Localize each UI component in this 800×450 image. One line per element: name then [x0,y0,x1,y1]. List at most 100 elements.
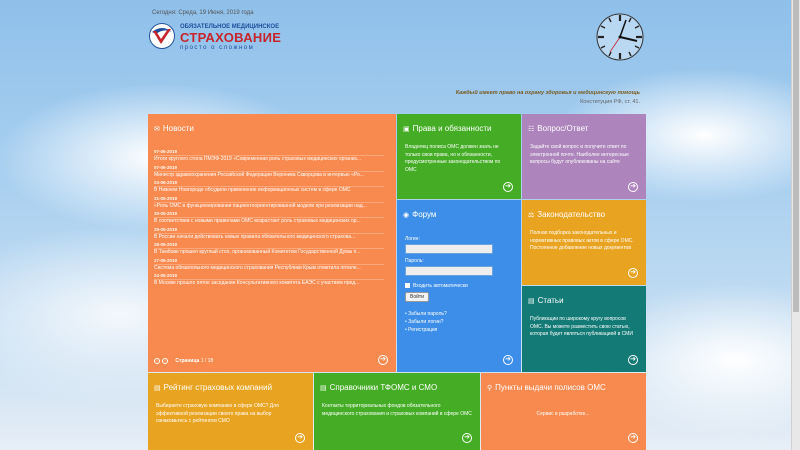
qa-arrow-icon[interactable]: ➔ [628,182,638,192]
news-date: 29-05-2019 [154,226,178,232]
clock-icon [596,13,644,61]
rights-title: Права и обязанности [412,124,492,133]
password-input[interactable] [405,266,493,276]
briefcase-icon: ▣ [403,126,410,133]
megaphone-icon: ✉ [154,126,160,133]
directories-arrow-icon[interactable]: ➔ [462,433,472,443]
register-link[interactable]: • Регистрация [405,326,447,334]
remember-me[interactable]: Входить автоматически [405,282,493,290]
law-tile[interactable]: ⚖ Законодательство Полная подборка законо… [522,200,646,285]
rights-arrow-icon[interactable]: ➔ [503,182,513,192]
news-item[interactable]: 27-05-2019 Система обязательного медицинс… [154,257,384,273]
news-item[interactable]: 30-05-2019 В соответствии с новыми правил… [154,210,384,226]
document-icon: ▤ [528,298,535,305]
news-item[interactable]: 31-05-2019 «Роль ОМС в функционировании п… [154,195,384,211]
chart-icon: ▤ [154,385,161,392]
forgot-password-link[interactable]: • Забыли пароль? [405,310,447,318]
rights-header: ▣ Права и обязанности [403,124,492,133]
news-header[interactable]: ✉ Новости [154,124,194,133]
news-item[interactable]: 28-05-2019 В Тамбове прошел круглый стол,… [154,241,384,257]
login-label: Логин: [405,236,420,242]
gavel-icon: ⚖ [528,212,535,219]
news-date: 28-05-2019 [154,242,178,247]
rating-header: ▤ Рейтинг страховых компаний [154,383,272,392]
next-page-icon[interactable]: › [162,358,168,364]
news-item[interactable]: 24-05-2019 В Москве прошло пятое заседани… [154,272,384,288]
qa-text: Задайте свой вопрос и получите ответ по … [530,144,629,165]
remember-checkbox[interactable] [405,283,410,289]
rating-tile[interactable]: ▤ Рейтинг страховых компаний Выбираете ст… [148,373,313,450]
login-button[interactable]: Войти [405,292,429,302]
news-link[interactable]: В Москве прошло пятое заседание Консульт… [154,279,384,288]
motto-citation: Конституция РФ, ст. 41. [580,99,640,105]
news-date: 03-06-2019 [154,180,178,185]
logo-emblem-icon [149,23,175,49]
news-item[interactable]: 29-05-2019 В России начали действовать но… [154,226,384,242]
logo-line-3: просто о сложном [180,45,255,51]
address-book-icon: ▤ [320,385,327,392]
forum-title: Форум [412,210,437,219]
current-date: Сегодня: Среда, 19 Июня, 2019 года [152,10,254,16]
news-link[interactable]: В Нижнем Новгороде обсудили применение и… [154,186,384,195]
news-link[interactable]: В России начали действовать новые правил… [154,232,384,242]
news-link[interactable]: Министр здравоохранения Российской Федер… [154,170,384,180]
news-arrow-icon[interactable]: ➔ [378,355,388,365]
points-text: Сервис в разработке... [536,411,590,417]
rights-tile[interactable]: ▣ Права и обязанности Владелец полиса ОМС… [397,114,521,199]
news-date: 30-05-2019 [154,211,178,216]
news-pagination: ‹ › Страница 1 / 18 [154,358,213,364]
articles-tile[interactable]: ▤ Статьи Публикации по широкому кругу воп… [522,286,646,372]
news-link[interactable]: Система обязательного медицинского страх… [154,263,384,273]
rating-title: Рейтинг страховых компаний [163,383,273,392]
motto-quote: Каждый имеет право на охрану здоровья и … [455,90,640,96]
forum-links: • Забыли пароль? • Забыли логин? • Регис… [405,310,447,334]
news-item[interactable]: 07-06-2019 Министр здравоохранения Россий… [154,164,384,180]
prev-page-icon[interactable]: ‹ [154,358,160,364]
scrollbar-thumb[interactable] [793,0,799,312]
forum-arrow-icon[interactable]: ➔ [503,355,513,365]
remember-label: Входить автоматически [413,283,468,289]
forum-header[interactable]: ◉ Форум [403,210,436,219]
news-tile: ✉ Новости 07-06-2019 Итоги круглого стола … [148,114,396,372]
qa-header: ☷ Вопрос/Ответ [528,124,588,133]
news-date: 24-05-2019 [154,273,178,278]
page-label: Страница [175,358,200,364]
news-date: 07-06-2019 [154,164,178,170]
directories-header: ▤ Справочники ТФОМС и СМО [320,383,437,392]
page-value: 1 / 18 [200,358,214,364]
news-date: 31-05-2019 [154,195,178,201]
qa-title: Вопрос/Ответ [537,124,589,133]
news-link[interactable]: В соответствии с новыми правилами ОМС во… [154,217,384,226]
forgot-login-link[interactable]: • Забыли логин? [405,318,447,326]
chat-bubble-icon: ☷ [528,126,535,133]
site-logo[interactable]: ОБЯЗАТЕЛЬНОЕ МЕДИЦИНСКОЕ СТРАХОВАНИЕ про… [148,22,288,54]
points-tile[interactable]: ⚲ Пункты выдачи полисов ОМС Сервис в разр… [481,373,646,450]
law-title: Законодательство [537,210,606,219]
news-item[interactable]: 03-06-2019 В Нижнем Новгороде обсудили пр… [154,179,384,195]
news-date: 27-05-2019 [154,257,178,263]
points-title: Пункты выдачи полисов ОМС [495,383,606,392]
articles-text: Публикации по широкому кругу вопросов ОМ… [530,316,633,337]
news-title: Новости [162,124,194,133]
news-item[interactable]: 07-06-2019 Итоги круглого стола ПМЭФ-2019… [154,148,384,164]
comment-icon: ◉ [403,212,410,219]
directories-tile[interactable]: ▤ Справочники ТФОМС и СМО Контакты террит… [314,373,480,450]
map-marker-icon: ⚲ [487,385,493,392]
news-list: 07-06-2019 Итоги круглого стола ПМЭФ-2019… [154,148,384,288]
page-scrollbar[interactable] [791,0,800,450]
points-header: ⚲ Пункты выдачи полисов ОМС [487,383,606,392]
rights-text: Владелец полиса ОМС должен знать не толь… [405,144,501,173]
news-link[interactable]: Итоги круглого стола ПМЭФ-2019 «Современ… [154,155,384,164]
forum-tile: ◉ Форум Логин: Пароль: Входить автоматиче… [397,200,521,372]
rating-arrow-icon[interactable]: ➔ [295,433,305,443]
news-link[interactable]: В Тамбове прошел круглый стол, организов… [154,248,384,257]
qa-tile[interactable]: ☷ Вопрос/Ответ Задайте свой вопрос и полу… [522,114,646,199]
directories-text: Контакты территориальных фондов обязател… [322,403,472,417]
law-text: Полная подборка законодательных и нормат… [530,230,634,251]
news-link[interactable]: «Роль ОМС в функционировании пациентоори… [154,201,384,211]
rating-text: Выбираете страховую компанию в сфере ОМС… [156,403,279,424]
points-arrow-icon[interactable]: ➔ [628,433,638,443]
login-input[interactable] [405,244,493,254]
articles-arrow-icon[interactable]: ➔ [628,355,638,365]
law-arrow-icon[interactable]: ➔ [628,268,638,278]
